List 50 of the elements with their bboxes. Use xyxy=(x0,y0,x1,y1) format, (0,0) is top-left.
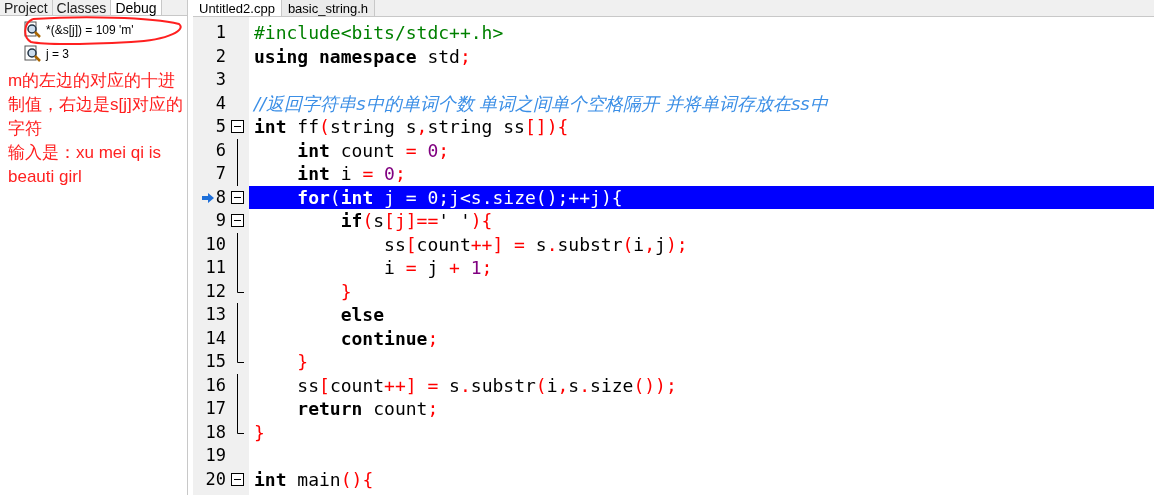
collapse-icon[interactable] xyxy=(231,214,244,228)
code-line: return count; xyxy=(296,397,439,421)
code-line: #include<bits/stdc++.h> xyxy=(254,21,504,45)
code-line: } xyxy=(296,350,309,374)
line-number: 10 xyxy=(205,232,226,256)
line-number: 16 xyxy=(205,373,226,397)
line-number: 7 xyxy=(215,162,226,185)
line-number: 5 xyxy=(215,115,226,138)
collapse-icon[interactable] xyxy=(231,190,244,204)
line-number: 13 xyxy=(205,303,226,326)
line-number: 18 xyxy=(205,420,226,444)
code-line: } xyxy=(254,420,265,444)
watch-magnifier-icon xyxy=(24,45,42,63)
line-number: 9 xyxy=(215,209,226,232)
code-line: if(s[j]==' '){ xyxy=(339,209,493,233)
code-line: int count = 0; xyxy=(296,138,450,162)
code-line: //返回字符串s中的单词个数 单词之间单个空格隔开 并将单词存放在ss中 xyxy=(254,91,828,115)
code-line: i = j + 1; xyxy=(383,256,493,280)
annotation-note: 输入是：xu mei qi is beauti girl xyxy=(8,142,163,188)
collapse-icon[interactable] xyxy=(231,472,244,486)
line-number: 4 xyxy=(215,91,226,115)
watch-expression[interactable]: j = 3 xyxy=(46,45,69,63)
line-number: 14 xyxy=(205,326,226,350)
watch-magnifier-icon xyxy=(24,21,42,39)
line-number: 15 xyxy=(205,350,226,373)
line-number: 19 xyxy=(205,444,226,467)
code-line: int main(){ xyxy=(254,467,374,491)
code-line: } xyxy=(339,279,352,303)
code-line: for(int j = 0;j<s.size();++j){ xyxy=(296,185,623,209)
line-number: 17 xyxy=(205,397,226,420)
file-tab[interactable]: basic_string.h xyxy=(281,0,376,16)
code-line: ss[count++] = s.substr(i,j); xyxy=(383,232,688,256)
line-number: 2 xyxy=(215,44,226,68)
file-tab[interactable]: Untitled2.cpp xyxy=(193,0,282,16)
code-line: continue; xyxy=(339,326,439,350)
code-line: int i = 0; xyxy=(296,162,406,186)
code-line: using namespace std; xyxy=(254,44,471,68)
panel-tab[interactable]: Debug xyxy=(111,0,162,15)
line-number: 11 xyxy=(205,256,226,279)
line-number: 1 xyxy=(215,21,226,44)
line-number: 3 xyxy=(215,68,226,91)
code-line: ss[count++] = s.substr(i,s.size()); xyxy=(296,373,677,397)
code-line: int ff(string s,string ss[]){ xyxy=(254,115,569,139)
line-number: 8 xyxy=(215,185,226,209)
collapse-icon[interactable] xyxy=(231,120,244,134)
line-number: 6 xyxy=(215,138,226,162)
line-number: 20 xyxy=(205,467,226,491)
line-number: 12 xyxy=(205,279,226,303)
code-line: else xyxy=(339,303,385,327)
annotation-note: m的左边的对应的十进制值，右边是s[j]对应的字符 xyxy=(8,70,183,140)
